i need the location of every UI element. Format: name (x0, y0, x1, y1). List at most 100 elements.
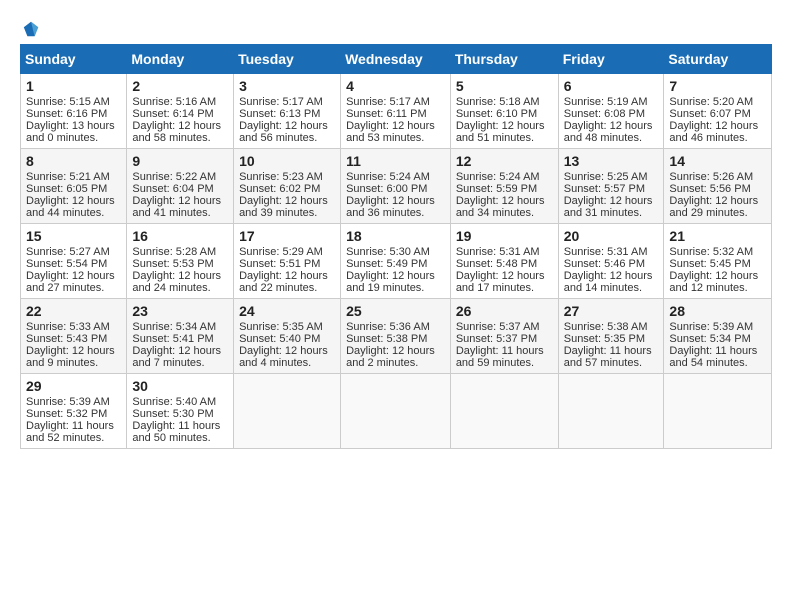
calendar-cell-empty-42 (234, 374, 341, 449)
sunset-text: Sunset: 5:35 PM (564, 333, 645, 345)
day-number: 17 (239, 228, 335, 244)
day-number: 7 (669, 78, 766, 94)
calendar-cell-16: 16Sunrise: 5:28 AMSunset: 5:53 PMDayligh… (127, 224, 234, 299)
sunrise-text: Sunrise: 5:35 AM (239, 321, 323, 333)
calendar-cell-10: 10Sunrise: 5:23 AMSunset: 6:02 PMDayligh… (234, 149, 341, 224)
day-number: 29 (26, 378, 121, 394)
day-number: 13 (564, 153, 659, 169)
daylight-text: Daylight: 11 hours and 59 minutes. (456, 345, 544, 369)
calendar-cell-25: 25Sunrise: 5:36 AMSunset: 5:38 PMDayligh… (341, 299, 451, 374)
sunrise-text: Sunrise: 5:30 AM (346, 246, 430, 258)
day-number: 24 (239, 303, 335, 319)
daylight-text: Daylight: 11 hours and 54 minutes. (669, 345, 757, 369)
daylight-text: Daylight: 12 hours and 22 minutes. (239, 270, 328, 294)
calendar-cell-23: 23Sunrise: 5:34 AMSunset: 5:41 PMDayligh… (127, 299, 234, 374)
sunrise-text: Sunrise: 5:16 AM (132, 96, 216, 108)
calendar-cell-4: 4Sunrise: 5:17 AMSunset: 6:11 PMDaylight… (341, 74, 451, 149)
sunrise-text: Sunrise: 5:17 AM (346, 96, 430, 108)
daylight-text: Daylight: 11 hours and 52 minutes. (26, 420, 114, 444)
daylight-text: Daylight: 12 hours and 17 minutes. (456, 270, 545, 294)
sunrise-text: Sunrise: 5:28 AM (132, 246, 216, 258)
day-number: 23 (132, 303, 228, 319)
sunset-text: Sunset: 5:43 PM (26, 333, 107, 345)
col-header-friday: Friday (558, 45, 664, 74)
day-number: 6 (564, 78, 659, 94)
sunrise-text: Sunrise: 5:38 AM (564, 321, 648, 333)
daylight-text: Daylight: 12 hours and 27 minutes. (26, 270, 115, 294)
day-number: 30 (132, 378, 228, 394)
sunset-text: Sunset: 5:38 PM (346, 333, 427, 345)
sunrise-text: Sunrise: 5:40 AM (132, 396, 216, 408)
calendar-cell-11: 11Sunrise: 5:24 AMSunset: 6:00 PMDayligh… (341, 149, 451, 224)
daylight-text: Daylight: 12 hours and 36 minutes. (346, 195, 435, 219)
calendar-cell-24: 24Sunrise: 5:35 AMSunset: 5:40 PMDayligh… (234, 299, 341, 374)
calendar-cell-2: 2Sunrise: 5:16 AMSunset: 6:14 PMDaylight… (127, 74, 234, 149)
sunset-text: Sunset: 5:59 PM (456, 183, 537, 195)
sunset-text: Sunset: 5:37 PM (456, 333, 537, 345)
calendar-cell-27: 27 Sunrise: 5:38 AMSunset: 5:35 PMDayligh… (558, 299, 664, 374)
sunrise-text: Sunrise: 5:34 AM (132, 321, 216, 333)
day-number: 5 (456, 78, 553, 94)
calendar-cell-empty-43 (341, 374, 451, 449)
calendar-header-row: SundayMondayTuesdayWednesdayThursdayFrid… (21, 45, 772, 74)
sunset-text: Sunset: 6:07 PM (669, 108, 750, 120)
calendar-cell-8: 8Sunrise: 5:21 AMSunset: 6:05 PMDaylight… (21, 149, 127, 224)
calendar-cell-18: 18Sunrise: 5:30 AMSunset: 5:49 PMDayligh… (341, 224, 451, 299)
sunset-text: Sunset: 5:34 PM (669, 333, 750, 345)
day-number: 10 (239, 153, 335, 169)
daylight-text: Daylight: 12 hours and 31 minutes. (564, 195, 653, 219)
calendar-cell-7: 7Sunrise: 5:20 AMSunset: 6:07 PMDaylight… (664, 74, 772, 149)
logo-icon (22, 20, 40, 38)
sunrise-text: Sunrise: 5:39 AM (669, 321, 753, 333)
day-number: 28 (669, 303, 766, 319)
sunset-text: Sunset: 6:10 PM (456, 108, 537, 120)
daylight-text: Daylight: 12 hours and 12 minutes. (669, 270, 758, 294)
logo (20, 20, 40, 34)
calendar-week-3: 22Sunrise: 5:33 AMSunset: 5:43 PMDayligh… (21, 299, 772, 374)
daylight-text: Daylight: 11 hours and 57 minutes. (564, 345, 652, 369)
day-number: 18 (346, 228, 445, 244)
sunset-text: Sunset: 5:32 PM (26, 408, 107, 420)
day-number: 27 (564, 303, 659, 319)
sunset-text: Sunset: 6:16 PM (26, 108, 107, 120)
calendar-cell-5: 5Sunrise: 5:18 AMSunset: 6:10 PMDaylight… (450, 74, 558, 149)
calendar-cell-19: 19Sunrise: 5:31 AMSunset: 5:48 PMDayligh… (450, 224, 558, 299)
sunrise-text: Sunrise: 5:15 AM (26, 96, 110, 108)
calendar-cell-21: 21Sunrise: 5:32 AMSunset: 5:45 PMDayligh… (664, 224, 772, 299)
sunrise-text: Sunrise: 5:23 AM (239, 171, 323, 183)
sunset-text: Sunset: 5:46 PM (564, 258, 645, 270)
calendar-cell-3: 3Sunrise: 5:17 AMSunset: 6:13 PMDaylight… (234, 74, 341, 149)
sunrise-text: Sunrise: 5:21 AM (26, 171, 110, 183)
sunrise-text: Sunrise: 5:24 AM (456, 171, 540, 183)
sunrise-text: Sunrise: 5:37 AM (456, 321, 540, 333)
calendar-cell-26: 26Sunrise: 5:37 AMSunset: 5:37 PMDayligh… (450, 299, 558, 374)
daylight-text: Daylight: 12 hours and 14 minutes. (564, 270, 653, 294)
sunset-text: Sunset: 6:11 PM (346, 108, 427, 120)
daylight-text: Daylight: 12 hours and 19 minutes. (346, 270, 435, 294)
calendar-week-0: 1Sunrise: 5:15 AMSunset: 6:16 PMDaylight… (21, 74, 772, 149)
day-number: 21 (669, 228, 766, 244)
sunset-text: Sunset: 5:48 PM (456, 258, 537, 270)
calendar-cell-14: 14Sunrise: 5:26 AMSunset: 5:56 PMDayligh… (664, 149, 772, 224)
daylight-text: Daylight: 13 hours and 0 minutes. (26, 120, 115, 144)
calendar-week-2: 15Sunrise: 5:27 AMSunset: 5:54 PMDayligh… (21, 224, 772, 299)
sunrise-text: Sunrise: 5:31 AM (456, 246, 540, 258)
calendar-week-4: 29Sunrise: 5:39 AMSunset: 5:32 PMDayligh… (21, 374, 772, 449)
calendar-cell-6: 6Sunrise: 5:19 AMSunset: 6:08 PMDaylight… (558, 74, 664, 149)
day-number: 12 (456, 153, 553, 169)
daylight-text: Daylight: 12 hours and 58 minutes. (132, 120, 221, 144)
day-number: 4 (346, 78, 445, 94)
sunset-text: Sunset: 6:02 PM (239, 183, 320, 195)
calendar-cell-29: 29Sunrise: 5:39 AMSunset: 5:32 PMDayligh… (21, 374, 127, 449)
day-number: 20 (564, 228, 659, 244)
sunset-text: Sunset: 6:00 PM (346, 183, 427, 195)
col-header-tuesday: Tuesday (234, 45, 341, 74)
sunrise-text: Sunrise: 5:18 AM (456, 96, 540, 108)
sunset-text: Sunset: 5:51 PM (239, 258, 320, 270)
sunset-text: Sunset: 5:57 PM (564, 183, 645, 195)
daylight-text: Daylight: 12 hours and 24 minutes. (132, 270, 221, 294)
day-number: 8 (26, 153, 121, 169)
sunrise-text: Sunrise: 5:32 AM (669, 246, 753, 258)
sunset-text: Sunset: 6:05 PM (26, 183, 107, 195)
sunset-text: Sunset: 6:14 PM (132, 108, 213, 120)
